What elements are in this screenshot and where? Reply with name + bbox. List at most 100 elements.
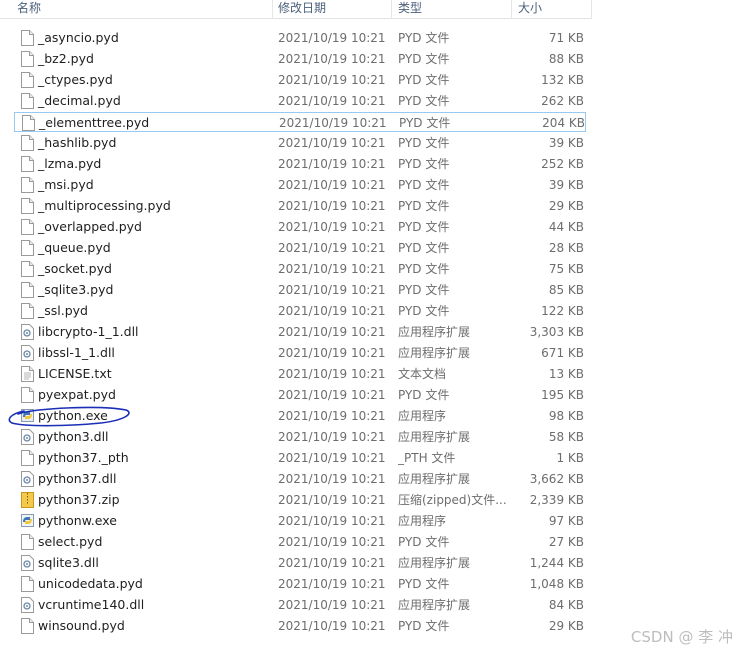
file-modified-date: 2021/10/19 10:21: [278, 598, 386, 612]
file-row[interactable]: python37._pth 2021/10/19 10:21 _PTH 文件 1 KB: [14, 448, 586, 468]
file-name: python3.dll: [38, 429, 109, 444]
file-row[interactable]: pythonw.exe 2021/10/19 10:21 应用程序 97 KB: [14, 511, 586, 531]
file-row[interactable]: _lzma.pyd 2021/10/19 10:21 PYD 文件 252 KB: [14, 154, 586, 174]
file-row[interactable]: _overlapped.pyd 2021/10/19 10:21 PYD 文件 44 …: [14, 217, 586, 237]
column-divider[interactable]: [511, 0, 512, 18]
file-row[interactable]: _msi.pyd 2021/10/19 10:21 PYD 文件 39 KB: [14, 175, 586, 195]
file-row[interactable]: _sqlite3.pyd 2021/10/19 10:21 PYD 文件 85 KB: [14, 280, 586, 300]
file-row[interactable]: python37.zip 2021/10/19 10:21 压缩(zipped)文件…: [14, 490, 586, 510]
file-row[interactable]: libcrypto-1_1.dll 2021/10/19 10:21 应用程序扩展 3…: [14, 322, 586, 342]
file-row[interactable]: python3.dll 2021/10/19 10:21 应用程序扩展 58 KB: [14, 427, 586, 447]
zip-icon: [21, 492, 34, 508]
column-header-size[interactable]: 大小: [518, 0, 542, 18]
file-modified-date: 2021/10/19 10:21: [278, 136, 386, 150]
file-icon: [21, 219, 34, 235]
file-row[interactable]: _ssl.pyd 2021/10/19 10:21 PYD 文件 122 KB: [14, 301, 586, 321]
file-name: python.exe: [38, 408, 108, 423]
file-type: PYD 文件: [398, 157, 450, 171]
file-type: 应用程序扩展: [398, 472, 471, 486]
column-header-name[interactable]: 名称: [17, 0, 41, 18]
file-row[interactable]: select.pyd 2021/10/19 10:21 PYD 文件 27 KB: [14, 532, 586, 552]
file-size: 29 KB: [548, 619, 584, 633]
file-size: 27 KB: [548, 535, 584, 549]
file-icon: [21, 618, 34, 634]
column-divider[interactable]: [272, 0, 273, 18]
file-name: LICENSE.txt: [38, 366, 112, 381]
file-type: PYD 文件: [398, 262, 450, 276]
file-size: 85 KB: [548, 283, 584, 297]
file-type: PYD 文件: [398, 31, 450, 45]
column-header-date[interactable]: 修改日期: [278, 0, 326, 18]
watermark: CSDN @ 李 冲: [630, 628, 733, 646]
file-name: unicodedata.pyd: [38, 576, 143, 591]
file-size: 13 KB: [548, 367, 584, 381]
file-icon: [21, 72, 34, 88]
file-modified-date: 2021/10/19 10:21: [278, 73, 386, 87]
file-size: 252 KB: [541, 157, 584, 171]
file-row[interactable]: _asyncio.pyd 2021/10/19 10:21 PYD 文件 71 KB: [14, 28, 586, 48]
dll-icon: [21, 471, 34, 487]
file-type: PYD 文件: [398, 94, 450, 108]
file-size: 262 KB: [541, 94, 584, 108]
file-type: 应用程序扩展: [398, 430, 471, 444]
file-row[interactable]: _multiprocessing.pyd 2021/10/19 10:21 PYD …: [14, 196, 586, 216]
file-row[interactable]: sqlite3.dll 2021/10/19 10:21 应用程序扩展 1,244 K…: [14, 553, 586, 573]
file-modified-date: 2021/10/19 10:21: [278, 52, 386, 66]
file-type: PYD 文件: [398, 241, 450, 255]
file-row[interactable]: python.exe 2021/10/19 10:21 应用程序 98 KB: [14, 406, 586, 426]
file-size: 204 KB: [542, 116, 585, 130]
pythonw-exe-icon: [21, 513, 34, 529]
column-header-bar: 名称 修改日期 类型 大小: [0, 0, 592, 19]
file-row[interactable]: libssl-1_1.dll 2021/10/19 10:21 应用程序扩展 671 …: [14, 343, 586, 363]
file-modified-date: 2021/10/19 10:21: [278, 283, 386, 297]
file-row[interactable]: _hashlib.pyd 2021/10/19 10:21 PYD 文件 39 KB: [14, 133, 586, 153]
file-row[interactable]: _ctypes.pyd 2021/10/19 10:21 PYD 文件 132 KB: [14, 70, 586, 90]
file-size: 39 KB: [548, 136, 584, 150]
file-row[interactable]: python37.dll 2021/10/19 10:21 应用程序扩展 3,662 …: [14, 469, 586, 489]
file-row[interactable]: unicodedata.pyd 2021/10/19 10:21 PYD 文件 1,0…: [14, 574, 586, 594]
file-modified-date: 2021/10/19 10:21: [278, 199, 386, 213]
file-modified-date: 2021/10/19 10:21: [278, 493, 386, 507]
file-size: 28 KB: [548, 241, 584, 255]
file-type: _PTH 文件: [398, 451, 456, 465]
file-type: PYD 文件: [398, 199, 450, 213]
file-size: 58 KB: [548, 430, 584, 444]
file-name: pythonw.exe: [38, 513, 117, 528]
file-row[interactable]: _elementtree.pyd 2021/10/19 10:21 PYD 文件 20…: [14, 112, 586, 132]
file-row[interactable]: _decimal.pyd 2021/10/19 10:21 PYD 文件 262 KB: [14, 91, 586, 111]
file-size: 29 KB: [548, 199, 584, 213]
file-size: 97 KB: [548, 514, 584, 528]
file-row[interactable]: pyexpat.pyd 2021/10/19 10:21 PYD 文件 195 KB: [14, 385, 586, 405]
file-icon: [21, 198, 34, 214]
file-row[interactable]: LICENSE.txt 2021/10/19 10:21 文本文档 13 KB: [14, 364, 586, 384]
file-type: PYD 文件: [398, 304, 450, 318]
file-name: winsound.pyd: [38, 618, 125, 633]
column-divider[interactable]: [591, 0, 592, 18]
file-icon: [21, 30, 34, 46]
file-row[interactable]: vcruntime140.dll 2021/10/19 10:21 应用程序扩展 84…: [14, 595, 586, 615]
dll-icon: [21, 324, 34, 340]
dll-icon: [21, 597, 34, 613]
file-modified-date: 2021/10/19 10:21: [278, 535, 386, 549]
file-row[interactable]: _bz2.pyd 2021/10/19 10:21 PYD 文件 88 KB: [14, 49, 586, 69]
file-size: 44 KB: [548, 220, 584, 234]
file-icon: [21, 135, 34, 151]
file-modified-date: 2021/10/19 10:21: [278, 31, 386, 45]
file-type: PYD 文件: [398, 52, 450, 66]
file-row[interactable]: _socket.pyd 2021/10/19 10:21 PYD 文件 75 KB: [14, 259, 586, 279]
file-icon: [21, 93, 34, 109]
file-modified-date: 2021/10/19 10:21: [278, 241, 386, 255]
file-modified-date: 2021/10/19 10:21: [278, 367, 386, 381]
file-name: select.pyd: [38, 534, 103, 549]
file-row[interactable]: _queue.pyd 2021/10/19 10:21 PYD 文件 28 KB: [14, 238, 586, 258]
file-name: libcrypto-1_1.dll: [38, 324, 139, 339]
file-icon: [21, 51, 34, 67]
file-row[interactable]: winsound.pyd 2021/10/19 10:21 PYD 文件 29 KB: [14, 616, 586, 636]
file-size: 122 KB: [541, 304, 584, 318]
file-name: libssl-1_1.dll: [38, 345, 115, 360]
file-icon: [21, 576, 34, 592]
column-header-type[interactable]: 类型: [398, 0, 422, 18]
file-name: _msi.pyd: [38, 177, 94, 192]
column-divider[interactable]: [391, 0, 392, 18]
file-name: _elementtree.pyd: [39, 115, 150, 130]
